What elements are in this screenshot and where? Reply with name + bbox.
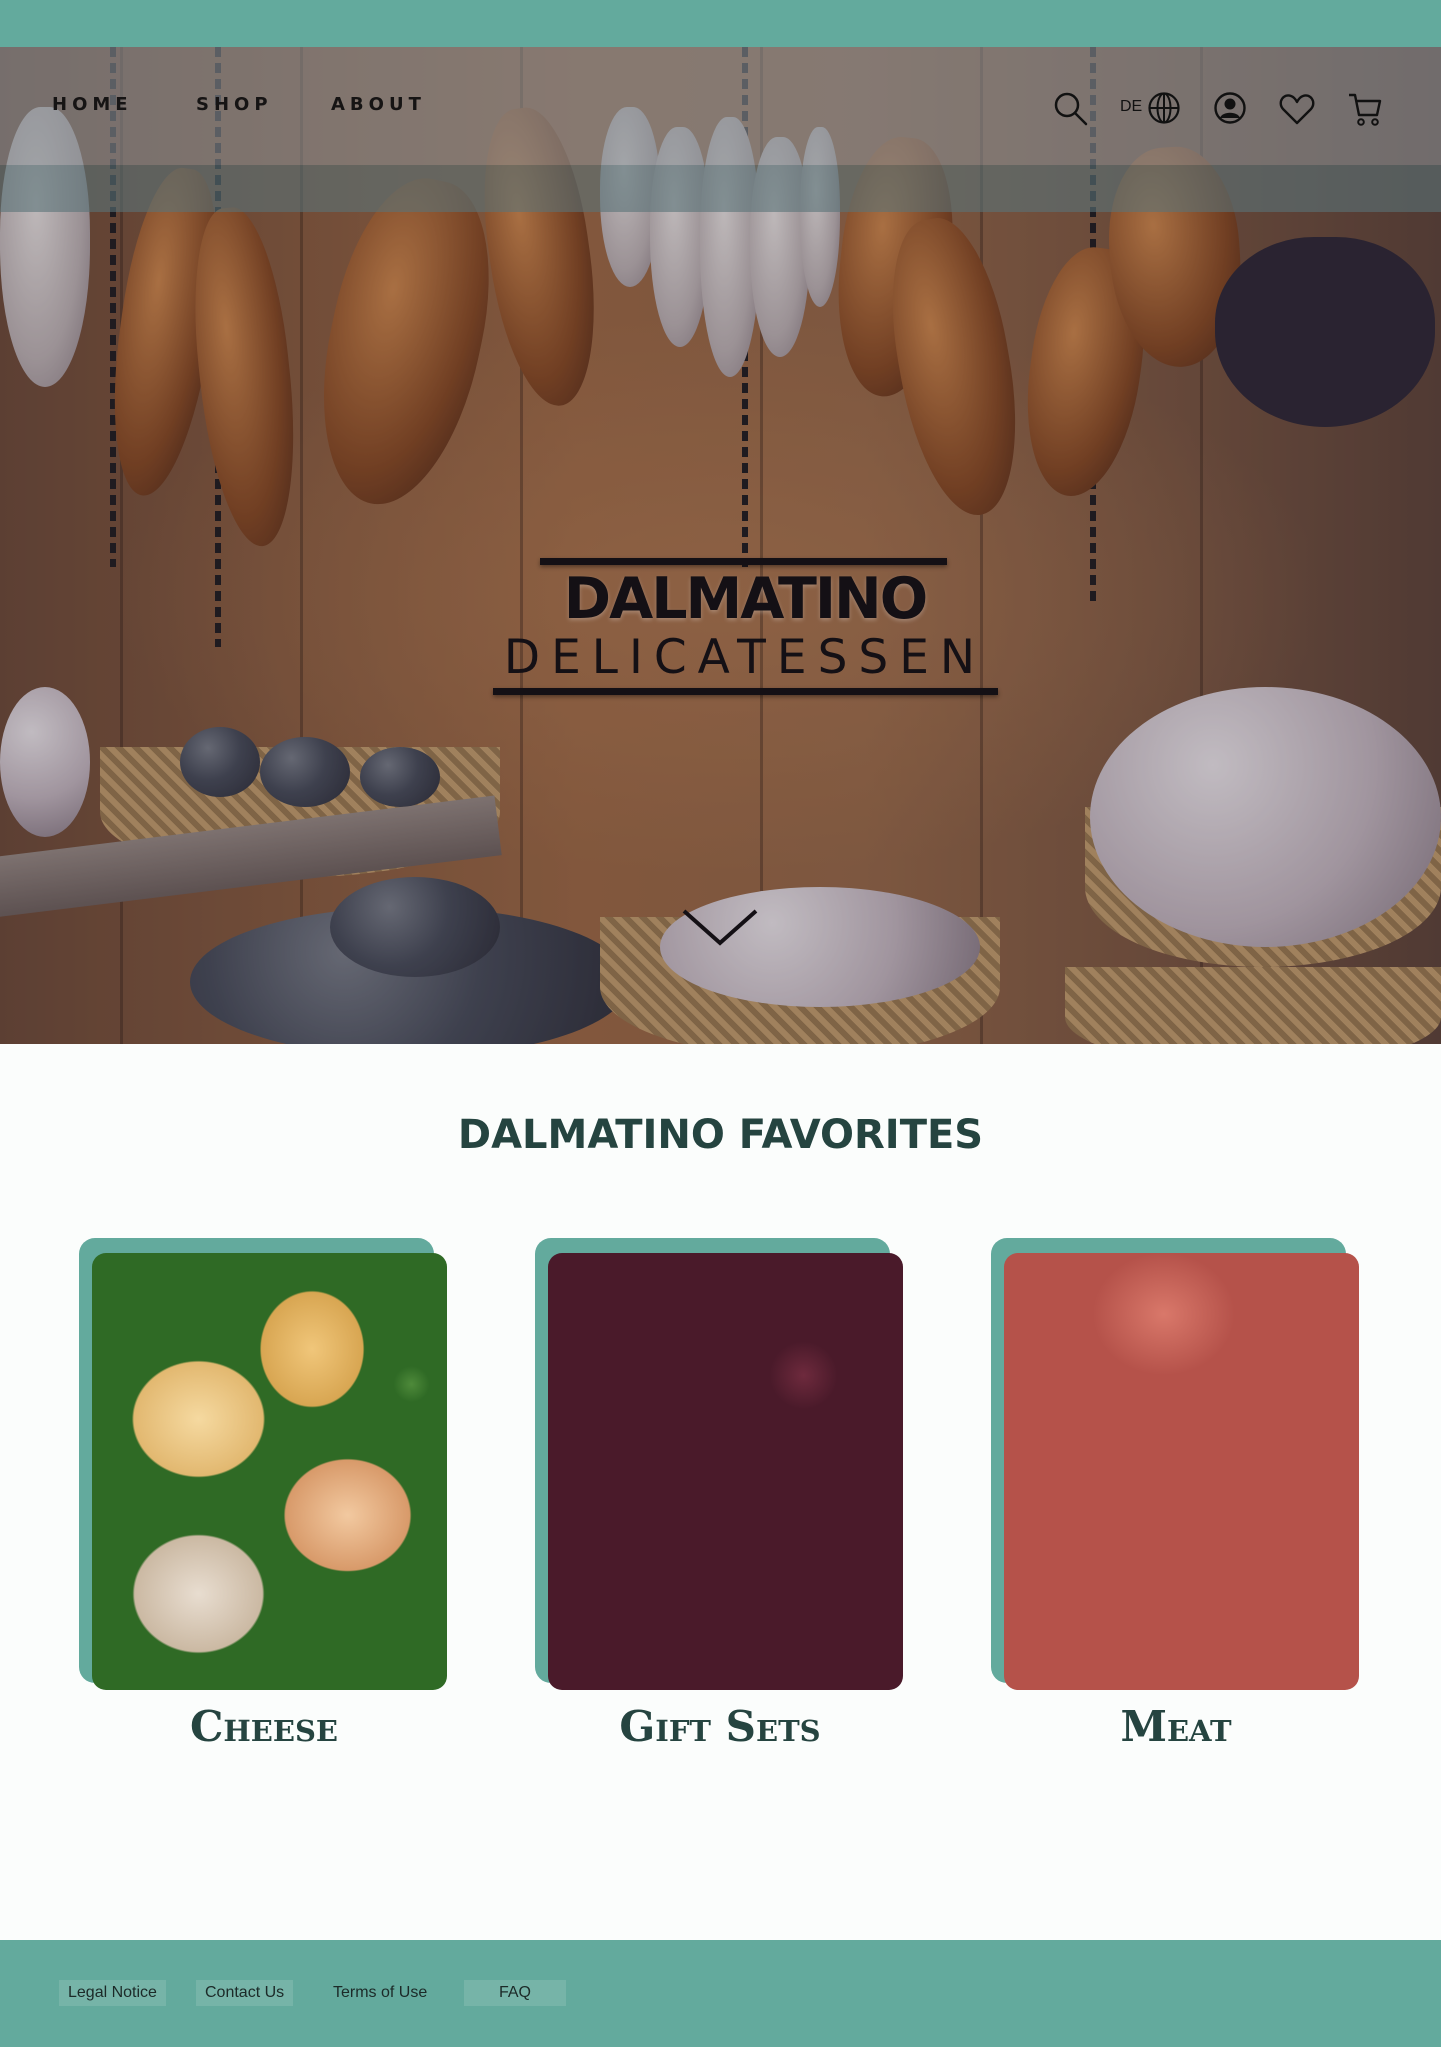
cart-icon[interactable] [1347,91,1383,127]
search-icon[interactable] [1053,91,1089,127]
category-card-meat[interactable] [991,1238,1361,1690]
brand-logo: DALMATINO DELICATESSEN [490,558,1000,698]
nav-home-link[interactable]: HOME [52,94,133,115]
footer-link-contact-us[interactable]: Contact Us [196,1980,294,2006]
footer-link-legal-notice[interactable]: Legal Notice [59,1980,166,2006]
chevron-down-icon[interactable] [680,905,760,949]
meat-image [1004,1253,1359,1690]
nav-bar-lower-band [0,165,1441,212]
heart-icon[interactable] [1278,92,1316,126]
brand-title: DALMATINO [563,566,928,632]
globe-icon[interactable] [1147,91,1181,125]
logo-bottom-rule [493,688,998,695]
footer-link-faq[interactable]: FAQ [464,1980,566,2006]
category-label-cheese[interactable]: Cheese [79,1702,449,1751]
category-label-gift-sets[interactable]: Gift Sets [535,1702,905,1751]
gift-sets-image [548,1253,903,1690]
language-label[interactable]: DE [1120,98,1142,116]
logo-top-rule [540,558,947,565]
top-accent-strip [0,0,1441,47]
nav-shop-link[interactable]: SHOP [196,94,273,115]
cheese-image [92,1253,447,1690]
category-card-cheese[interactable] [79,1238,449,1690]
favorites-heading: DALMATINO FAVORITES [457,1112,984,1158]
brand-subtitle: DELICATESSEN [503,630,987,685]
account-icon[interactable] [1213,91,1247,125]
category-card-gift-sets[interactable] [535,1238,905,1690]
nav-about-link[interactable]: ABOUT [331,94,426,115]
footer-link-terms-of-use[interactable]: Terms of Use [324,1980,436,2006]
category-label-meat[interactable]: Meat [991,1702,1361,1751]
